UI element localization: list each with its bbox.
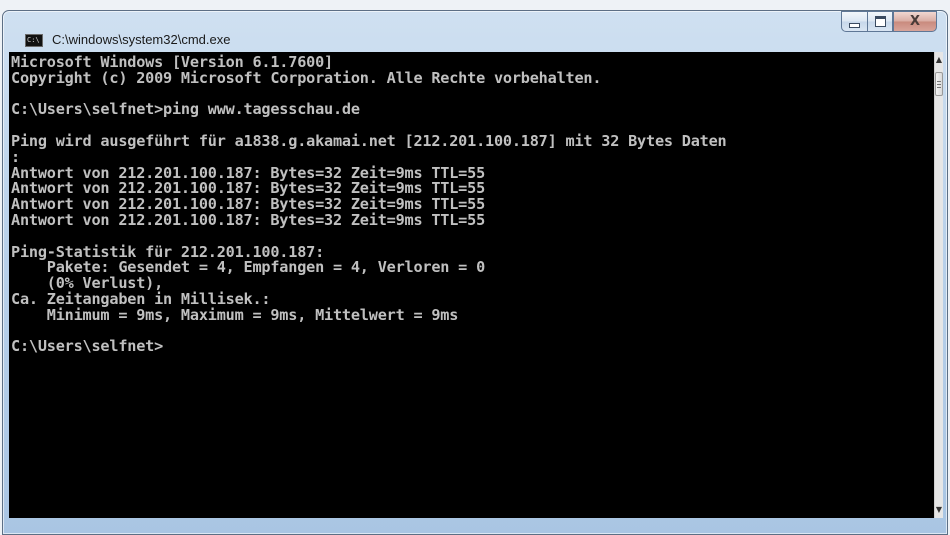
- vertical-scrollbar[interactable]: ▲ ▼: [934, 52, 943, 518]
- console-line: Antwort von 212.201.100.187: Bytes=32 Ze…: [11, 210, 486, 229]
- scroll-down-icon[interactable]: ▼: [935, 502, 943, 518]
- console-line: Copyright (c) 2009 Microsoft Corporation…: [11, 68, 602, 87]
- console-line: Ping wird ausgeführt für a1838.g.akamai.…: [11, 131, 727, 150]
- thumb-grip-line: [937, 81, 941, 82]
- cmd-icon[interactable]: C:\: [25, 34, 43, 47]
- minimize-button[interactable]: [841, 11, 867, 32]
- console-text: Microsoft Windows [Version 6.1.7600] Copy…: [11, 54, 727, 356]
- console-line: C:\Users\selfnet>: [11, 337, 164, 356]
- console-output[interactable]: Microsoft Windows [Version 6.1.7600] Copy…: [9, 52, 934, 518]
- maximize-button[interactable]: [867, 11, 893, 32]
- maximize-icon: [874, 16, 886, 27]
- title-bar[interactable]: C:\ C:\windows\system32\cmd.exe X: [3, 11, 947, 57]
- console-line: Minimum = 9ms, Maximum = 9ms, Mittelwert…: [11, 305, 459, 324]
- window-title: C:\windows\system32\cmd.exe: [52, 32, 231, 47]
- minimize-icon: [849, 23, 860, 28]
- close-icon: X: [909, 14, 921, 29]
- thumb-grip-line: [937, 87, 941, 88]
- close-button[interactable]: X: [893, 11, 937, 32]
- window-controls: X: [841, 11, 937, 33]
- scroll-thumb[interactable]: [935, 72, 943, 96]
- console-line: C:\Users\selfnet>ping www.tagesschau.de: [11, 100, 360, 119]
- thumb-grip-line: [937, 84, 941, 85]
- scroll-up-icon[interactable]: ▲: [935, 52, 943, 68]
